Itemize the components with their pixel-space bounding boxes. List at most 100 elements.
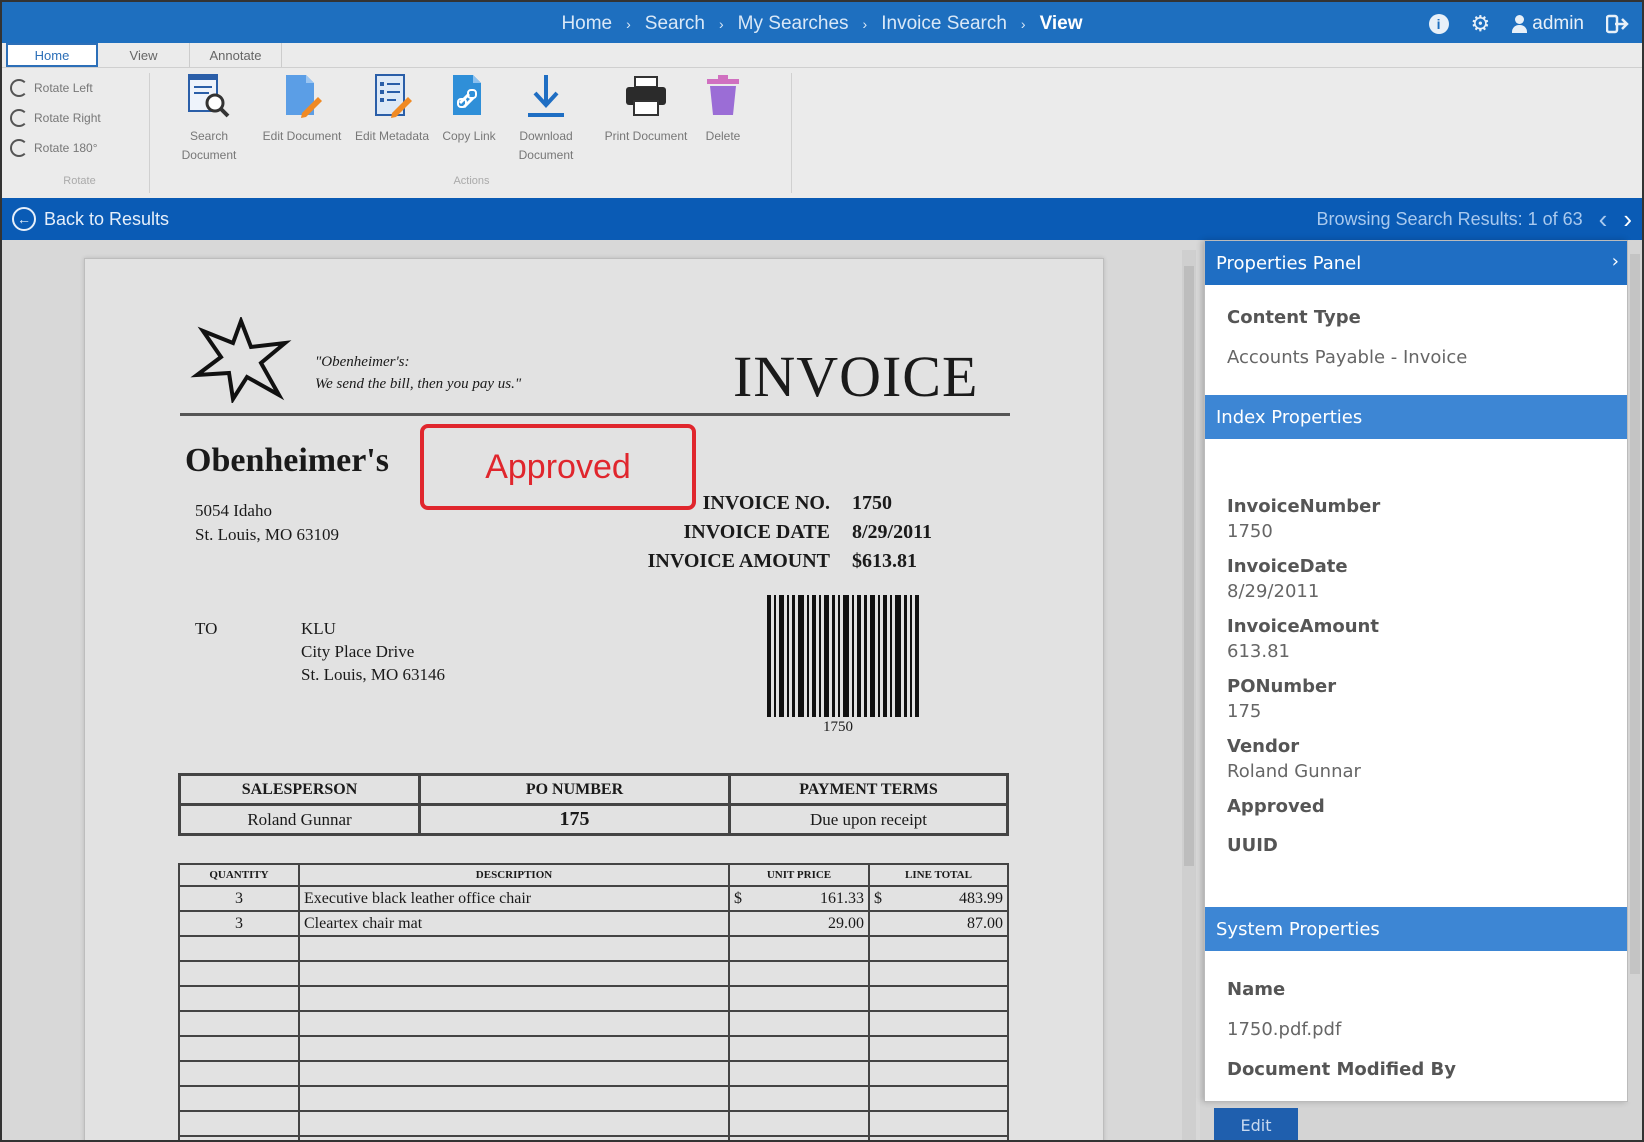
invoice-title: INVOICE xyxy=(733,344,979,409)
invoice-number-value: 1750 xyxy=(1227,521,1273,542)
rotate-group-label: Rotate xyxy=(63,175,96,187)
header-rule xyxy=(180,413,1010,416)
tab-view[interactable]: View xyxy=(98,43,190,67)
company-name: Obenheimer's xyxy=(185,442,389,479)
edit-metadata-button[interactable]: Edit Metadata xyxy=(348,73,436,146)
table-row xyxy=(178,935,1009,962)
breadcrumb-search[interactable]: Search xyxy=(645,13,705,35)
line-items-table: QUANTITY DESCRIPTION UNIT PRICE LINE TOT… xyxy=(178,863,1009,1142)
table-row xyxy=(178,960,1009,987)
properties-scrollbar[interactable] xyxy=(1628,240,1642,1102)
table-row xyxy=(178,1085,1009,1112)
breadcrumb-separator-icon: › xyxy=(862,15,868,32)
username: admin xyxy=(1532,12,1584,34)
invoice-number-label: InvoiceNumber xyxy=(1227,496,1381,517)
tab-divider xyxy=(2,67,1642,68)
table-row xyxy=(178,1110,1009,1137)
printer-icon xyxy=(626,76,666,116)
approved-label: Approved xyxy=(1227,796,1325,817)
invoice-meta: INVOICE NO. 1750 INVOICE DATE 8/29/2011 IN… xyxy=(647,492,933,572)
download-document-button[interactable]: Download Document xyxy=(508,73,584,165)
properties-panel-header: Properties Panel › xyxy=(1205,241,1627,285)
index-properties-header[interactable]: Index Properties xyxy=(1205,395,1627,439)
search-document-button[interactable]: Search Document xyxy=(166,73,252,165)
rotate-left-label: Rotate Left xyxy=(34,81,93,95)
invoice-date-value: 8/29/2011 xyxy=(1227,581,1320,602)
browsing-status: Browsing Search Results: 1 of 63 xyxy=(1316,208,1583,229)
invoice-amount-value: 613.81 xyxy=(1227,641,1290,662)
table-row xyxy=(178,1010,1009,1037)
table-row xyxy=(178,985,1009,1012)
copy-link-button[interactable]: Copy Link xyxy=(436,73,502,146)
recipient-address: KLU City Place Drive St. Louis, MO 63146 xyxy=(301,619,446,684)
rotate-group: Rotate Left Rotate Right Rotate 180° Rot… xyxy=(10,73,150,193)
breadcrumb-invoice-search[interactable]: Invoice Search xyxy=(881,13,1007,35)
content-type-label: Content Type xyxy=(1227,307,1361,328)
breadcrumb-separator-icon: › xyxy=(719,15,724,32)
gear-icon[interactable]: ⚙ xyxy=(1471,11,1491,37)
invoice-page: "Obenheimer's: We send the bill, then yo… xyxy=(84,258,1104,1142)
invoice-date-label: InvoiceDate xyxy=(1227,556,1348,577)
top-navigation-bar: Home › Search › My Searches › Invoice Se… xyxy=(0,0,1644,43)
barcode-icon xyxy=(767,595,919,717)
edit-document-icon xyxy=(286,75,322,118)
close-panel-chevron-icon[interactable]: › xyxy=(1612,251,1619,272)
trash-icon xyxy=(707,75,739,115)
edit-button[interactable]: Edit xyxy=(1214,1108,1298,1142)
actions-group-label: Actions xyxy=(453,175,490,187)
ribbon-toolbar: Home View Annotate Rotate Left Rotate Ri… xyxy=(0,43,1644,198)
delete-button[interactable]: Delete xyxy=(698,73,748,146)
user-icon xyxy=(1512,14,1528,33)
name-value: 1750.pdf.pdf xyxy=(1227,1019,1342,1040)
rotate-180-icon xyxy=(10,139,28,157)
summary-table: SALESPERSON PO NUMBER PAYMENT TERMS Rola… xyxy=(178,773,1009,836)
content-type-value: Accounts Payable - Invoice xyxy=(1227,347,1468,368)
breadcrumb-separator-icon: › xyxy=(626,15,631,32)
rotate-left-button[interactable]: Rotate Left xyxy=(10,73,149,103)
back-to-results-label: Back to Results xyxy=(44,208,170,229)
properties-scrollbar-thumb[interactable] xyxy=(1630,254,1640,974)
table-row: 3 Executive black leather office chair $… xyxy=(178,885,1009,912)
logout-icon[interactable] xyxy=(1606,13,1630,35)
name-label: Name xyxy=(1227,979,1286,1000)
uuid-label: UUID xyxy=(1227,835,1278,856)
user-menu[interactable]: admin xyxy=(1512,13,1584,35)
breadcrumb-my-searches[interactable]: My Searches xyxy=(738,13,849,35)
rotate-left-icon xyxy=(10,79,28,97)
copy-link-icon xyxy=(453,75,481,115)
table-row: 3 Cleartex chair mat 29.00 87.00 xyxy=(178,910,1009,937)
download-icon xyxy=(528,75,564,117)
document-viewer[interactable]: "Obenheimer's: We send the bill, then yo… xyxy=(0,240,1200,1142)
breadcrumb: Home › Search › My Searches › Invoice Se… xyxy=(2,2,1642,45)
rotate-right-label: Rotate Right xyxy=(34,111,101,125)
properties-panel: Properties Panel › Content Type Accounts… xyxy=(1204,240,1628,1102)
company-address: 5054 Idaho St. Louis, MO 63109 xyxy=(195,501,340,544)
invoice-amount-label: InvoiceAmount xyxy=(1227,616,1379,637)
previous-result-chevron-icon[interactable]: ‹ xyxy=(1599,204,1608,235)
edit-metadata-icon xyxy=(375,74,412,118)
properties-panel-title: Properties Panel xyxy=(1216,252,1362,274)
info-icon[interactable]: i xyxy=(1428,13,1449,34)
vendor-label: Vendor xyxy=(1227,736,1300,757)
rotate-right-button[interactable]: Rotate Right xyxy=(10,103,149,133)
edit-document-button[interactable]: Edit Document xyxy=(256,73,348,146)
document-scrollbar-thumb[interactable] xyxy=(1184,266,1194,866)
tab-home[interactable]: Home xyxy=(6,43,98,67)
po-number-value: 175 xyxy=(1227,701,1262,722)
next-result-chevron-icon[interactable]: › xyxy=(1623,204,1632,235)
back-to-results-button[interactable]: ← Back to Results xyxy=(12,198,169,240)
to-label: TO xyxy=(195,619,218,638)
document-scrollbar[interactable] xyxy=(1182,250,1196,1142)
ribbon-tabs: Home View Annotate xyxy=(6,43,282,67)
system-properties-header[interactable]: System Properties xyxy=(1205,907,1627,951)
company-tagline: "Obenheimer's: We send the bill, then yo… xyxy=(315,354,522,392)
print-document-button[interactable]: Print Document xyxy=(598,73,694,146)
modified-by-label: Document Modified By xyxy=(1227,1059,1456,1080)
vendor-value: Roland Gunnar xyxy=(1227,761,1361,782)
breadcrumb-home[interactable]: Home xyxy=(561,13,612,35)
tab-annotate[interactable]: Annotate xyxy=(190,43,282,67)
rotate-180-button[interactable]: Rotate 180° xyxy=(10,133,149,163)
table-row xyxy=(178,1060,1009,1087)
breadcrumb-separator-icon: › xyxy=(1020,15,1026,32)
po-number-label: PONumber xyxy=(1227,676,1337,697)
